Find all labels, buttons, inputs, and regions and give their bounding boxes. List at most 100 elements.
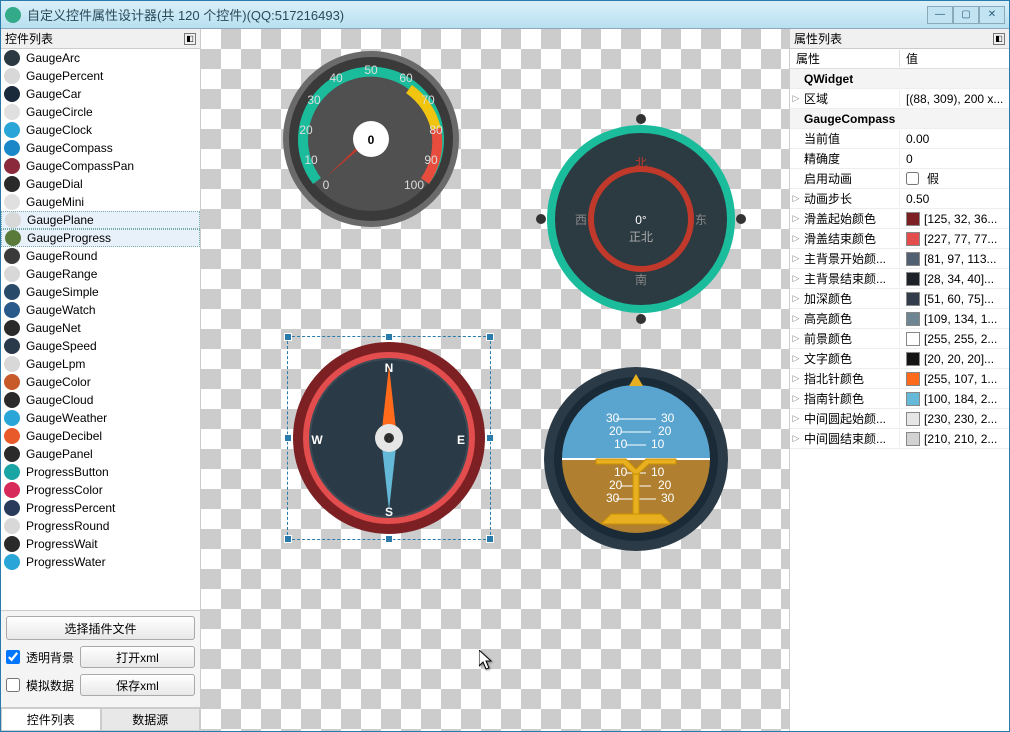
property-value[interactable]: [255, 107, 1... bbox=[900, 372, 1009, 386]
control-label: ProgressRound bbox=[26, 519, 109, 533]
control-item-gaugecar[interactable]: GaugeCar bbox=[1, 85, 200, 103]
property-value[interactable]: [28, 34, 40]... bbox=[900, 272, 1009, 286]
property-row[interactable]: ▷高亮颜色[109, 134, 1... bbox=[790, 309, 1009, 329]
property-row[interactable]: ▷指南针颜色[100, 184, 2... bbox=[790, 389, 1009, 409]
property-checkbox[interactable] bbox=[906, 172, 919, 185]
property-value[interactable]: 0 bbox=[900, 152, 1009, 166]
property-row[interactable]: ▷指北针颜色[255, 107, 1... bbox=[790, 369, 1009, 389]
control-item-gaugesimple[interactable]: GaugeSimple bbox=[1, 283, 200, 301]
property-value[interactable]: [100, 184, 2... bbox=[900, 392, 1009, 406]
property-row[interactable]: ▷滑盖起始颜色[125, 32, 36... bbox=[790, 209, 1009, 229]
undock-icon[interactable]: ◧ bbox=[184, 33, 196, 45]
property-row[interactable]: ▷中间圆起始颜...[230, 230, 2... bbox=[790, 409, 1009, 429]
control-item-gaugerange[interactable]: GaugeRange bbox=[1, 265, 200, 283]
control-item-progresswait[interactable]: ProgressWait bbox=[1, 535, 200, 553]
expander-icon[interactable]: ▷ bbox=[790, 193, 802, 204]
property-row[interactable]: ▷前景颜色[255, 255, 2... bbox=[790, 329, 1009, 349]
expander-icon[interactable]: ▷ bbox=[790, 253, 802, 264]
minimize-button[interactable]: — bbox=[927, 6, 953, 24]
property-value[interactable]: 假 bbox=[900, 170, 1009, 187]
expander-icon[interactable]: ▷ bbox=[790, 213, 802, 224]
control-item-progresswater[interactable]: ProgressWater bbox=[1, 553, 200, 571]
expander-icon[interactable]: ▷ bbox=[790, 313, 802, 324]
property-row[interactable]: ▷加深颜色[51, 60, 75]... bbox=[790, 289, 1009, 309]
control-item-gaugewatch[interactable]: GaugeWatch bbox=[1, 301, 200, 319]
property-row[interactable]: 精确度0 bbox=[790, 149, 1009, 169]
property-value[interactable]: [227, 77, 77... bbox=[900, 232, 1009, 246]
control-item-gaugeprogress[interactable]: GaugeProgress bbox=[1, 229, 200, 247]
property-row[interactable]: ▷主背景开始颜...[81, 97, 113... bbox=[790, 249, 1009, 269]
control-item-gaugecompasspan[interactable]: GaugeCompassPan bbox=[1, 157, 200, 175]
property-row[interactable]: ▷文字颜色[20, 20, 20]... bbox=[790, 349, 1009, 369]
control-item-gaugepercent[interactable]: GaugePercent bbox=[1, 67, 200, 85]
control-item-gaugeclock[interactable]: GaugeClock bbox=[1, 121, 200, 139]
tab-controls[interactable]: 控件列表 bbox=[1, 708, 101, 731]
control-item-gaugeround[interactable]: GaugeRound bbox=[1, 247, 200, 265]
property-row[interactable]: ▷滑盖结束颜色[227, 77, 77... bbox=[790, 229, 1009, 249]
control-item-progresscolor[interactable]: ProgressColor bbox=[1, 481, 200, 499]
control-item-gaugepanel[interactable]: GaugePanel bbox=[1, 445, 200, 463]
expander-icon[interactable]: ▷ bbox=[790, 413, 802, 424]
tab-datasource[interactable]: 数据源 bbox=[101, 708, 201, 731]
expander-icon[interactable]: ▷ bbox=[790, 93, 802, 104]
control-item-gaugespeed[interactable]: GaugeSpeed bbox=[1, 337, 200, 355]
control-item-progresspercent[interactable]: ProgressPercent bbox=[1, 499, 200, 517]
titlebar[interactable]: 自定义控件属性设计器(共 120 个控件)(QQ:517216493) — ▢ … bbox=[1, 1, 1009, 29]
close-button[interactable]: ✕ bbox=[979, 6, 1005, 24]
property-value[interactable]: [(88, 309), 200 x... bbox=[900, 92, 1009, 106]
property-row[interactable]: ▷主背景结束颜...[28, 34, 40]... bbox=[790, 269, 1009, 289]
property-row[interactable]: 启用动画假 bbox=[790, 169, 1009, 189]
control-item-gaugecompass[interactable]: GaugeCompass bbox=[1, 139, 200, 157]
property-value[interactable]: [20, 20, 20]... bbox=[900, 352, 1009, 366]
select-plugin-button[interactable]: 选择插件文件 bbox=[6, 616, 195, 640]
transparent-bg-checkbox[interactable] bbox=[6, 650, 20, 664]
undock-icon[interactable]: ◧ bbox=[993, 33, 1005, 45]
gauge-attitude[interactable]: 3030 2020 1010 1010 2020 3030 bbox=[541, 364, 731, 557]
save-xml-button[interactable]: 保存xml bbox=[80, 674, 195, 696]
property-value[interactable]: [51, 60, 75]... bbox=[900, 292, 1009, 306]
control-item-progressround[interactable]: ProgressRound bbox=[1, 517, 200, 535]
maximize-button[interactable]: ▢ bbox=[953, 6, 979, 24]
design-canvas[interactable]: 010 2030 4050 6070 8090 100 0 bbox=[201, 29, 789, 731]
gauge-compass-needle[interactable]: N S E W o bbox=[289, 338, 489, 541]
property-row[interactable]: ▷中间圆结束颜...[210, 210, 2... bbox=[790, 429, 1009, 449]
control-item-gaugecircle[interactable]: GaugeCircle bbox=[1, 103, 200, 121]
open-xml-button[interactable]: 打开xml bbox=[80, 646, 195, 668]
expander-icon[interactable]: ▷ bbox=[790, 353, 802, 364]
control-item-gaugecloud[interactable]: GaugeCloud bbox=[1, 391, 200, 409]
expander-icon[interactable]: ▷ bbox=[790, 233, 802, 244]
control-item-gaugeweather[interactable]: GaugeWeather bbox=[1, 409, 200, 427]
property-value[interactable]: [81, 97, 113... bbox=[900, 252, 1009, 266]
property-value[interactable]: [210, 210, 2... bbox=[900, 432, 1009, 446]
control-item-gaugelpm[interactable]: GaugeLpm bbox=[1, 355, 200, 373]
property-row[interactable]: 当前值0.00 bbox=[790, 129, 1009, 149]
control-item-gaugedecibel[interactable]: GaugeDecibel bbox=[1, 427, 200, 445]
control-item-gaugenet[interactable]: GaugeNet bbox=[1, 319, 200, 337]
control-item-gaugeplane[interactable]: GaugePlane bbox=[1, 211, 200, 229]
control-item-gaugearc[interactable]: GaugeArc bbox=[1, 49, 200, 67]
property-value[interactable]: [125, 32, 36... bbox=[900, 212, 1009, 226]
property-value[interactable]: 0.00 bbox=[900, 132, 1009, 146]
expander-icon[interactable]: ▷ bbox=[790, 293, 802, 304]
control-item-progressbutton[interactable]: ProgressButton bbox=[1, 463, 200, 481]
svg-text:60: 60 bbox=[399, 71, 413, 85]
property-value[interactable]: 0.50 bbox=[900, 192, 1009, 206]
control-item-gaugecolor[interactable]: GaugeColor bbox=[1, 373, 200, 391]
gauge-speedometer[interactable]: 010 2030 4050 6070 8090 100 0 bbox=[281, 49, 461, 232]
control-item-gaugedial[interactable]: GaugeDial bbox=[1, 175, 200, 193]
expander-icon[interactable]: ▷ bbox=[790, 393, 802, 404]
simulate-data-checkbox[interactable] bbox=[6, 678, 20, 692]
property-row[interactable]: ▷动画步长0.50 bbox=[790, 189, 1009, 209]
property-value[interactable]: [109, 134, 1... bbox=[900, 312, 1009, 326]
left-panel: 控件列表 ◧ GaugeArcGaugePercentGaugeCarGauge… bbox=[1, 29, 201, 731]
property-value[interactable]: [230, 230, 2... bbox=[900, 412, 1009, 426]
expander-icon[interactable]: ▷ bbox=[790, 373, 802, 384]
gauge-compass-digital[interactable]: 北 南 东 西 0° 正北 bbox=[541, 119, 741, 322]
property-value[interactable]: [255, 255, 2... bbox=[900, 332, 1009, 346]
control-item-gaugemini[interactable]: GaugeMini bbox=[1, 193, 200, 211]
expander-icon[interactable]: ▷ bbox=[790, 433, 802, 444]
property-row[interactable]: ▷区域[(88, 309), 200 x... bbox=[790, 89, 1009, 109]
control-list[interactable]: GaugeArcGaugePercentGaugeCarGaugeCircleG… bbox=[1, 49, 200, 610]
expander-icon[interactable]: ▷ bbox=[790, 273, 802, 284]
expander-icon[interactable]: ▷ bbox=[790, 333, 802, 344]
